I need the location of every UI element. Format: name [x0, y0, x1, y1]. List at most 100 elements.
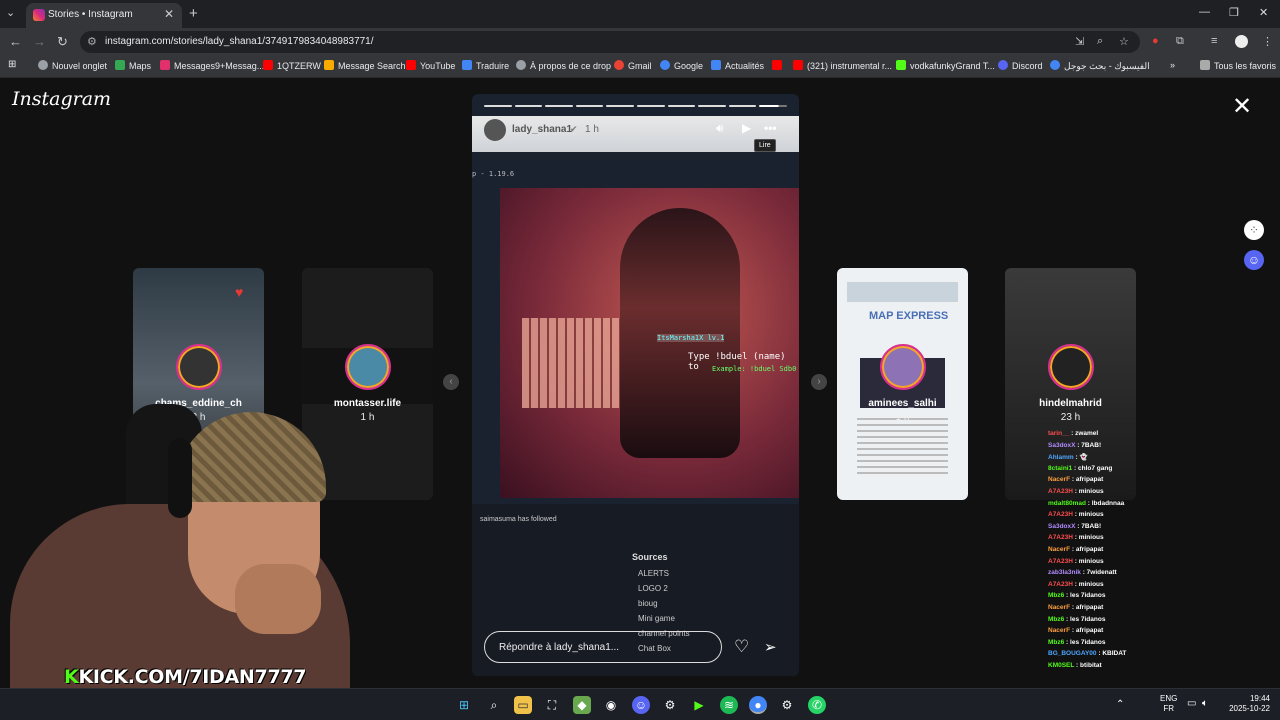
bookmark-item[interactable]: vodkafunkyGrand T...	[896, 60, 995, 71]
site-info-icon[interactable]: ⚙	[87, 35, 97, 48]
bookmark-item[interactable]: À propos de ce drop	[516, 60, 611, 71]
active-story[interactable]: p - 1.19.6 ItsMarsha1X lv.1 Type !bduel …	[472, 94, 799, 676]
progress-segment	[575, 105, 604, 107]
chat-text: afripapat	[1075, 545, 1104, 553]
chat-message: tarin__ : zwamel	[1048, 430, 1099, 437]
start-icon[interactable]: ⊞	[455, 696, 473, 714]
bookmark-item[interactable]: Messages9+Messag...	[160, 60, 264, 71]
bookmark-item[interactable]: Message Search	[324, 60, 406, 71]
settings-gear-icon[interactable]: ⚙	[778, 696, 796, 714]
profile-avatar-icon[interactable]	[1235, 35, 1248, 48]
chat-message: NacerF : afripapat	[1048, 603, 1104, 611]
story-user-avatar[interactable]	[484, 119, 506, 141]
close-stories-icon[interactable]: ✕	[1232, 92, 1252, 121]
extension-red-icon[interactable]: ●	[1152, 35, 1159, 47]
show-hidden-icons-icon[interactable]: ⌃	[1116, 699, 1124, 710]
tab-stories-instagram[interactable]: Stories • Instagram ✕	[26, 3, 182, 28]
whatsapp-icon[interactable]: ✆	[808, 696, 826, 714]
hand-image	[235, 564, 321, 634]
media-controls-icon[interactable]: ≡	[1211, 35, 1217, 47]
chat-text: KBIDAT	[1102, 650, 1127, 658]
progress-segment	[545, 105, 573, 107]
bookmark-item[interactable]: (321) instrumental r...	[793, 60, 892, 71]
next-story-arrow-icon[interactable]: ›	[811, 374, 827, 390]
bookmark-star-icon[interactable]: ☆	[1119, 35, 1129, 48]
network-icon[interactable]: ▭	[1187, 698, 1196, 709]
discord-float-icon[interactable]: ☺	[1244, 250, 1264, 270]
folder-icon	[1200, 60, 1210, 70]
bookmark-item[interactable]: Discord	[998, 60, 1043, 71]
file-explorer-icon[interactable]: ▭	[514, 696, 532, 714]
avatar	[176, 344, 222, 390]
bookmark-item[interactable]: 1QTZERW	[263, 60, 321, 71]
restore-icon[interactable]: ❐	[1229, 6, 1239, 19]
source-item: LOGO 2	[638, 584, 668, 593]
chrome-icon[interactable]: ●	[749, 696, 767, 714]
window-close-icon[interactable]: ✕	[1259, 6, 1268, 19]
bookmark-item[interactable]: Maps	[115, 60, 151, 71]
tab-title: Stories • Instagram	[48, 9, 133, 20]
chat-text: minious	[1078, 487, 1104, 495]
google-icon	[660, 60, 670, 70]
language-indicator[interactable]: ENG FR	[1160, 694, 1177, 714]
youtube-icon	[263, 60, 273, 70]
discord-icon[interactable]: ☺	[632, 696, 650, 714]
bookmark-item[interactable]: Nouvel onglet	[38, 60, 107, 71]
volume-icon[interactable]: 🔊︎	[716, 121, 724, 136]
bookmark-item[interactable]: YouTube	[406, 60, 455, 71]
bookmark-item[interactable]: الفيسبوك - بحث جوجل	[1050, 60, 1150, 72]
more-bookmarks-icon[interactable]: »	[1170, 60, 1175, 70]
settings-icon[interactable]: ⚙	[661, 696, 679, 714]
volume-icon[interactable]: 🔈︎	[1202, 698, 1208, 709]
story-card-next[interactable]: MAP EXPRESS aminees_salhi 1 h	[837, 268, 968, 500]
story-header: lady_shana1 ✔ 1 h 🔊︎ ▶ •••	[472, 116, 799, 152]
tab-search-icon[interactable]: ⌄	[6, 6, 15, 19]
bookmark-item[interactable]: Google	[660, 60, 703, 71]
store-icon[interactable]: ⛶	[543, 696, 561, 714]
chat-username: A7A23H	[1048, 534, 1073, 542]
extensions-puzzle-icon[interactable]: ⧉	[1176, 35, 1184, 48]
chat-username: Sa3doxX	[1048, 441, 1076, 449]
reload-icon[interactable]: ↻	[57, 34, 68, 50]
bookmark-item[interactable]: Traduire	[462, 60, 509, 71]
previous-story-arrow-icon[interactable]: ‹	[443, 374, 459, 390]
minimize-icon[interactable]: —	[1199, 6, 1210, 18]
browser-menu-icon[interactable]: ⋮	[1262, 35, 1273, 48]
send-icon[interactable]: ➢	[764, 638, 777, 656]
extension-float-icon[interactable]: ⁘	[1244, 220, 1264, 240]
install-app-icon[interactable]: ⇲	[1075, 35, 1084, 48]
forward-icon[interactable]: →	[33, 34, 46, 49]
chat-text: btibitat	[1080, 661, 1102, 669]
chat-text: afripapat	[1075, 627, 1104, 635]
kick-icon[interactable]: ▶	[690, 696, 708, 714]
bookmark-item[interactable]: Actualités	[711, 60, 764, 71]
search-icon[interactable]: ⌕	[485, 696, 503, 714]
story-username[interactable]: lady_shana1	[512, 124, 572, 135]
story-progress-bar	[484, 105, 787, 107]
more-options-icon[interactable]: •••	[764, 121, 777, 135]
tab-close-icon[interactable]: ✕	[164, 7, 174, 21]
clock-date: 2025-10-22	[1229, 704, 1270, 713]
zoom-icon[interactable]: ⌕	[1097, 35, 1103, 48]
reply-input[interactable]: Répondre à lady_shana1...	[484, 631, 722, 663]
progress-segment	[514, 105, 543, 107]
google-icon	[1050, 60, 1060, 70]
new-tab-button[interactable]: +	[189, 5, 198, 22]
back-icon[interactable]: ←	[9, 34, 22, 49]
app-icon[interactable]: ◆	[573, 696, 591, 714]
story-card-username: aminees_salhi	[868, 398, 937, 409]
all-favorites[interactable]: Tous les favoris	[1200, 60, 1276, 71]
like-heart-icon[interactable]: ♡	[734, 637, 749, 657]
kick-icon	[896, 60, 906, 70]
spotify-icon[interactable]: ≋	[720, 696, 738, 714]
obs-icon[interactable]: ◉	[602, 696, 620, 714]
chat-message: A7A23H : minious	[1048, 487, 1104, 495]
browser-toolbar: ← → ↻ ⚙ instagram.com/stories/lady_shana…	[0, 28, 1280, 56]
bookmark-item[interactable]: Gmail	[614, 60, 652, 71]
clock[interactable]: 19:44 2025-10-22	[1224, 694, 1270, 714]
instagram-logo[interactable]: Instagram	[12, 88, 111, 110]
play-icon[interactable]: ▶	[742, 121, 751, 135]
bookmark-item[interactable]	[772, 60, 786, 71]
address-bar[interactable]: ⚙ instagram.com/stories/lady_shana1/3749…	[80, 31, 1140, 53]
apps-grid-icon[interactable]: ⊞	[8, 59, 16, 70]
